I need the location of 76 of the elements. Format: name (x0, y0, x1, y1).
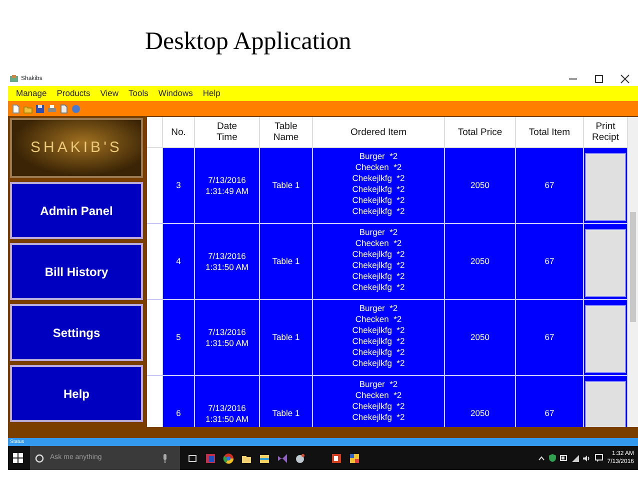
network-icon[interactable] (572, 454, 580, 462)
ordered-item: Chekejlkfg *2 (352, 260, 405, 271)
menu-item[interactable]: View (100, 87, 119, 100)
circle-icon (35, 454, 44, 462)
menu-item[interactable]: Windows (158, 87, 193, 100)
column-header[interactable]: Total Item (516, 117, 584, 147)
ribbon-logo-icon[interactable] (277, 452, 288, 464)
ordered-item: Checken *2 (355, 238, 402, 249)
microphone-icon (162, 454, 168, 462)
ordered-item: Chekejlkfg *2 (352, 173, 405, 184)
shield-icon[interactable] (549, 454, 556, 462)
column-header[interactable]: Table Name (260, 117, 313, 147)
column-header[interactable]: No. (163, 117, 195, 147)
table-cell: 7/13/2016 1:31:50 AM (195, 300, 260, 375)
sidebar-button[interactable]: Bill History (10, 243, 143, 300)
square-app-icon[interactable] (205, 452, 216, 464)
ordered-item: Checken *2 (355, 314, 402, 325)
ordered-item: Chekejlkfg *2 (352, 401, 405, 412)
table-cell: 7/13/2016 1:31:50 AM (195, 224, 260, 299)
ordered-item: Chekejlkfg *2 (352, 358, 405, 369)
windows-logo-icon[interactable] (13, 453, 23, 463)
battery-icon[interactable] (560, 455, 568, 461)
column-header[interactable]: Total Price (445, 117, 516, 147)
logo-text: SHAKIB'S (30, 138, 122, 158)
ordered-item: Checken *2 (355, 162, 402, 173)
ordered-item: Burger *2 (359, 379, 398, 390)
sidebar-button[interactable]: Settings (10, 304, 143, 361)
menu-item[interactable]: Manage (16, 87, 47, 100)
speaker-icon[interactable] (583, 454, 592, 462)
ordered-item: Checken *2 (355, 390, 402, 401)
slides-app-icon[interactable] (331, 452, 342, 464)
column-header[interactable]: Date Time (195, 117, 260, 147)
page-icon[interactable] (59, 104, 69, 114)
table-cell: 2050 (445, 300, 516, 375)
sidebar-button[interactable]: Help (10, 365, 143, 422)
table-cell: 67 (516, 224, 584, 299)
table-cell: 7/13/2016 1:31:49 AM (195, 148, 260, 223)
page-icon[interactable] (11, 104, 21, 114)
circle-logo-icon[interactable] (223, 452, 234, 464)
column-header[interactable]: Ordered Item (313, 117, 445, 147)
table-cell: Table 1 (260, 300, 313, 375)
slide-title: Desktop Application (144, 27, 352, 57)
ordered-item: Burger *2 (359, 303, 398, 314)
ordered-item: Chekejlkfg *2 (352, 249, 405, 260)
menu-item[interactable]: Products (56, 87, 90, 100)
ordered-item: Chekejlkfg *2 (352, 325, 405, 336)
ordered-item: Chekejlkfg *2 (352, 195, 405, 206)
task-view-icon[interactable] (187, 454, 198, 462)
scrollbar[interactable] (628, 117, 638, 427)
table-cell: 67 (516, 148, 584, 223)
sidebar-button[interactable]: Admin Panel (10, 182, 143, 239)
app-icon (10, 75, 18, 83)
menu-item[interactable]: Help (202, 87, 220, 100)
chevron-up-icon[interactable] (538, 455, 546, 461)
tiles-app-icon[interactable] (349, 452, 360, 464)
message-icon[interactable] (595, 454, 604, 462)
ordered-item: Chekejlkfg *2 (352, 412, 405, 423)
ordered-item: Chekejlkfg *2 (352, 347, 405, 358)
ordered-item: Chekejlkfg *2 (352, 336, 405, 347)
table-cell: 5 (163, 300, 195, 375)
ordered-item: Chekejlkfg *2 (352, 206, 405, 217)
table-cell: 4 (163, 224, 195, 299)
printer-icon[interactable] (47, 104, 57, 114)
ordered-item: Burger *2 (359, 151, 398, 162)
table-cell: 3 (163, 148, 195, 223)
table-cell: 2050 (445, 148, 516, 223)
ordered-item: Burger *2 (359, 227, 398, 238)
table-cell: Table 1 (260, 224, 313, 299)
menu-item[interactable]: Tools (128, 87, 148, 100)
ordered-item: Chekejlkfg *2 (352, 184, 405, 195)
ordered-item: Chekejlkfg *2 (352, 282, 405, 293)
table-cell: 2050 (445, 224, 516, 299)
table-cell: Table 1 (260, 148, 313, 223)
ordered-item: Chekejlkfg *2 (352, 271, 405, 282)
table-cell: 67 (516, 300, 584, 375)
scrollbar-thumb[interactable] (630, 212, 636, 322)
